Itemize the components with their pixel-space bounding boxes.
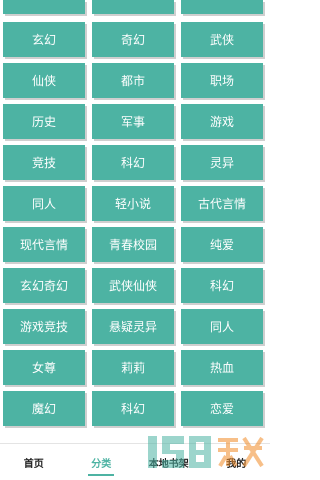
- nav-home[interactable]: 首页: [0, 444, 68, 480]
- category-tile[interactable]: 玄幻: [3, 22, 85, 57]
- category-tile[interactable]: 热血: [181, 350, 263, 385]
- category-tile[interactable]: 现代言情: [3, 227, 85, 262]
- category-tile[interactable]: 同人: [3, 186, 85, 221]
- category-tile[interactable]: 同人: [181, 309, 263, 344]
- category-tile[interactable]: 武侠仙侠: [92, 268, 174, 303]
- category-tile[interactable]: 职场: [181, 63, 263, 98]
- category-tile[interactable]: 悬疑灵异: [92, 309, 174, 344]
- category-tile[interactable]: 玄幻奇幻: [3, 268, 85, 303]
- category-tile[interactable]: 历史: [3, 104, 85, 139]
- category-tile[interactable]: 纯爱: [181, 227, 263, 262]
- category-tile[interactable]: 科幻: [181, 268, 263, 303]
- category-tile[interactable]: 科幻: [92, 145, 174, 180]
- category-tile[interactable]: 竞技: [3, 145, 85, 180]
- category-tile[interactable]: 莉莉: [92, 350, 174, 385]
- category-tile[interactable]: 军事: [92, 104, 174, 139]
- category-tile[interactable]: 恋爱: [181, 391, 263, 426]
- category-grid: 玄幻 奇幻 武侠 仙侠 都市 职场 历史 军事 游戏 竞技 科幻 灵异 同人 轻…: [3, 22, 267, 426]
- category-tile[interactable]: 奇幻: [92, 22, 174, 57]
- category-tile[interactable]: 游戏: [181, 104, 263, 139]
- category-tile[interactable]: 灵异: [181, 145, 263, 180]
- category-tile[interactable]: 都市: [92, 63, 174, 98]
- partial-row-top: [3, 0, 267, 14]
- partial-category-tile[interactable]: [181, 0, 263, 14]
- nav-category-label: 分类: [91, 458, 112, 470]
- nav-mine[interactable]: 我的: [203, 444, 271, 480]
- category-tile[interactable]: 轻小说: [92, 186, 174, 221]
- bottom-nav-bar: 首页 分类 本地书架 我的: [0, 443, 270, 480]
- nav-home-label: 首页: [23, 458, 44, 470]
- partial-category-tile[interactable]: [3, 0, 85, 14]
- category-tile[interactable]: 仙侠: [3, 63, 85, 98]
- nav-mine-label: 我的: [226, 458, 247, 470]
- category-tile[interactable]: 女尊: [3, 350, 85, 385]
- nav-category[interactable]: 分类: [68, 444, 136, 480]
- category-tile[interactable]: 武侠: [181, 22, 263, 57]
- category-tile[interactable]: 魔幻: [3, 391, 85, 426]
- category-tile[interactable]: 古代言情: [181, 186, 263, 221]
- partial-category-tile[interactable]: [92, 0, 174, 14]
- category-tile[interactable]: 游戏竞技: [3, 309, 85, 344]
- nav-shelf[interactable]: 本地书架: [135, 444, 203, 480]
- category-screen: 玄幻 奇幻 武侠 仙侠 都市 职场 历史 军事 游戏 竞技 科幻 灵异 同人 轻…: [0, 0, 270, 480]
- nav-shelf-label: 本地书架: [148, 458, 189, 470]
- category-tile[interactable]: 科幻: [92, 391, 174, 426]
- category-tile[interactable]: 青春校园: [92, 227, 174, 262]
